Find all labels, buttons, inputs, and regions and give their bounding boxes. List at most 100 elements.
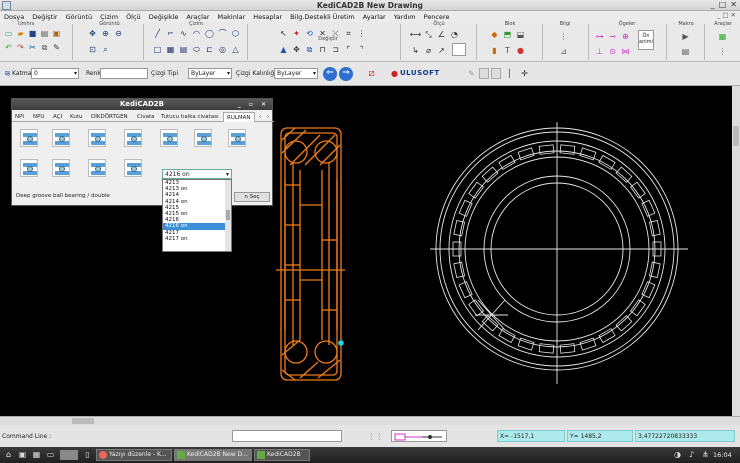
arc-3p-icon[interactable]: ⌒ (217, 28, 228, 39)
triangle-icon[interactable]: △ (230, 44, 241, 55)
bearing-thumb-1[interactable] (20, 129, 38, 147)
new-file-icon[interactable]: ▭ (3, 28, 14, 39)
bearing-thumb-8[interactable] (20, 159, 38, 177)
line-icon[interactable]: ╱ (152, 28, 163, 39)
explode-icon[interactable]: ● (515, 45, 526, 56)
tray-network-icon[interactable]: ⋔ (700, 449, 711, 460)
menu-hesaplar[interactable]: Hesaplar (253, 13, 282, 21)
tools-settings-icon[interactable]: ⋮ (717, 46, 728, 57)
tools-calc-icon[interactable]: ▦ (717, 31, 728, 42)
block-save-icon[interactable]: ⬓ (515, 29, 526, 40)
task-kedicad-drawing[interactable]: KediCAD2B New D... (174, 449, 252, 461)
rectangle-icon[interactable]: □ (152, 44, 163, 55)
chamfer-icon[interactable]: ⌜ (343, 44, 354, 55)
paste-icon[interactable]: ▣ (51, 28, 62, 39)
snap-tan-icon[interactable]: ⊙ (607, 46, 618, 57)
cut-icon[interactable]: ✂ (27, 42, 38, 53)
bearing-thumb-6[interactable] (194, 129, 212, 147)
block-library-icon[interactable]: ▮ (489, 45, 500, 56)
dialog-window-controls[interactable]: _ ▫ ✕ (238, 99, 269, 110)
info-list-icon[interactable]: ⋮ (558, 31, 569, 42)
vertical-scrollbar[interactable] (732, 86, 740, 416)
zoom-all-icon[interactable]: ⊡ (87, 44, 98, 55)
task-kedicad[interactable]: KediCAD2B (254, 449, 310, 461)
lineweight-select[interactable]: ByLayer ▾ (274, 68, 318, 79)
dim-style-icon[interactable] (452, 43, 466, 56)
bearing-size-select[interactable]: 4216 on ▾ (162, 169, 232, 179)
zoom-magnifier-icon[interactable]: ⌕ (100, 44, 111, 55)
zoom-window-icon[interactable]: ⊕ (100, 28, 111, 39)
pen-icon[interactable]: ✎ (51, 42, 62, 53)
grid-toggle-icon[interactable]: ⋮⋮ (368, 431, 384, 442)
snap-mid-icon[interactable]: ⊸ (607, 31, 618, 42)
crosshair-icon[interactable]: ✛ (519, 68, 530, 79)
maximize-button[interactable]: □ (719, 0, 727, 9)
tab-aci[interactable]: AÇI (50, 112, 65, 122)
bearing-thumb-9[interactable] (52, 159, 70, 177)
macro-run-icon[interactable]: ▶ (680, 31, 691, 42)
color-select[interactable] (100, 68, 148, 79)
ellipse-icon[interactable]: ⬭ (191, 44, 202, 55)
bearing-thumb-7[interactable] (228, 129, 246, 147)
linetype-select[interactable]: ByLayer ▾ (188, 68, 232, 79)
undo-icon[interactable]: ↶ (3, 42, 14, 53)
menu-cizim[interactable]: Çizim (100, 13, 118, 21)
horizontal-scroll-thumb[interactable] (72, 418, 94, 424)
layer-select[interactable]: 0 ▾ (31, 68, 79, 79)
text-icon[interactable]: T (502, 45, 513, 56)
tray-icon-1[interactable]: ◑ (672, 449, 683, 460)
copy-icon[interactable]: ⧉ (39, 42, 50, 53)
menu-degiskile[interactable]: Değişikle (149, 13, 179, 21)
fillet-icon[interactable]: ⊏ (204, 44, 215, 55)
print-icon[interactable]: ▤ (39, 28, 50, 39)
erase-icon[interactable]: ✦ (291, 28, 302, 39)
tab-dikdortgen[interactable]: DİKDÖRTGEN (88, 112, 131, 122)
close-button[interactable]: ✕ (730, 0, 737, 9)
block-insert-icon[interactable]: ⬒ (502, 29, 513, 40)
polygon-icon[interactable]: ⬡ (230, 28, 241, 39)
eraser-icon[interactable]: ⧄ (366, 68, 377, 79)
vertical-scroll-thumb[interactable] (733, 126, 739, 146)
macro-edit-icon[interactable]: ▤ (680, 46, 691, 57)
taskbar-app-icon-5[interactable]: ▯ (82, 449, 93, 460)
menu-ayarlar[interactable]: Ayarlar (363, 13, 386, 21)
menu-bdu[interactable]: Bilg.Destekli Üretim (290, 13, 355, 21)
menu-goruntu[interactable]: Görüntü (66, 13, 93, 21)
bearing-thumb-10[interactable] (88, 159, 106, 177)
taskbar-app-icon-4[interactable] (60, 450, 78, 460)
extend-icon[interactable]: ⌗ (343, 28, 354, 39)
tab-kutu[interactable]: Kutu (67, 112, 85, 122)
snap-near-icon[interactable]: ⋈ (620, 46, 631, 57)
dim-leader-icon[interactable]: ↗ (436, 45, 447, 56)
tab-tutucu-halka[interactable]: Tutucu halka civatası (158, 112, 222, 122)
command-input[interactable] (232, 430, 342, 442)
dim-radius-icon[interactable]: ◔ (449, 29, 460, 40)
vertical-line-icon[interactable]: │ (504, 68, 515, 79)
dim-diameter-icon[interactable]: ⌀ (423, 45, 434, 56)
select-arrow-icon[interactable]: ↖ (278, 28, 289, 39)
bearing-thumb-5[interactable] (160, 129, 178, 147)
polyline-icon[interactable]: ⌐ (165, 28, 176, 39)
break-icon[interactable]: ⊐ (330, 44, 341, 55)
start-menu-icon[interactable]: ⌂ (3, 449, 14, 460)
minimize-button[interactable]: _ (711, 0, 715, 9)
save-icon[interactable]: ■ (27, 28, 38, 39)
offset-icon[interactable]: ⊓ (317, 44, 328, 55)
dim-ordinate-icon[interactable]: ↳ (410, 45, 421, 56)
preview-animation-button[interactable]: Ön animi (638, 30, 654, 50)
task-browser[interactable]: Yazıyı düzenle - K... (96, 449, 172, 461)
open-folder-icon[interactable]: ▰ (15, 28, 26, 39)
donut-icon[interactable]: ◎ (217, 44, 228, 55)
snap-end-icon[interactable]: ⊶ (594, 31, 605, 42)
spline-icon[interactable]: ∿ (178, 28, 189, 39)
menu-araclar[interactable]: Araçlar (186, 13, 209, 21)
dropdown-scroll-thumb[interactable] (226, 210, 230, 220)
copy-entity-icon[interactable]: ⧉ (304, 44, 315, 55)
dropdown-option[interactable]: 4217 on (163, 236, 231, 242)
scale-icon[interactable]: ▲ (278, 44, 289, 55)
dim-angular-icon[interactable]: ∠ (436, 29, 447, 40)
table-icon[interactable]: ▤ (178, 44, 189, 55)
taskbar-app-icon-2[interactable]: ▦ (31, 449, 42, 460)
taskbar-app-icon-3[interactable]: ▭ (45, 449, 56, 460)
zoom-out-icon[interactable]: ⊖ (113, 28, 124, 39)
